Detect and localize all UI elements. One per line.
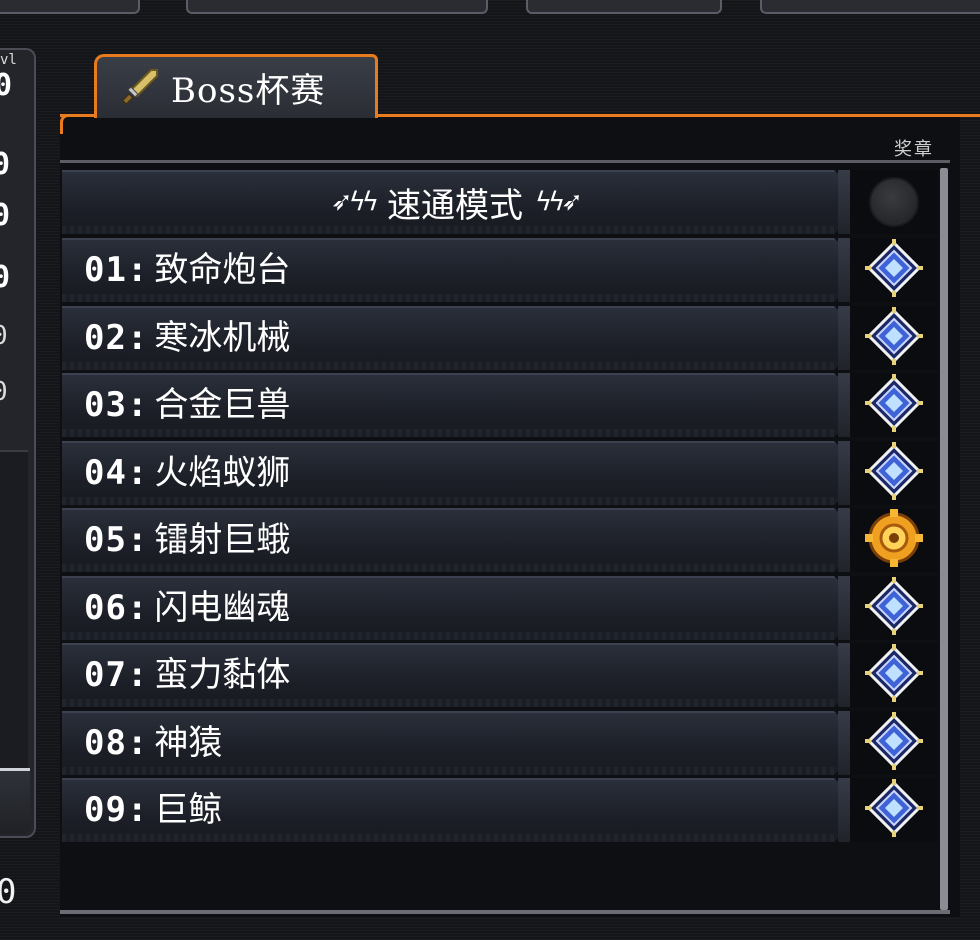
medal-slot: [850, 576, 938, 640]
boss-name: 火焰蚁狮: [154, 453, 291, 493]
boss-number: 03:: [84, 385, 149, 425]
top-tab-2[interactable]: [186, 0, 488, 14]
boss-row[interactable]: 03: 合金巨兽: [62, 373, 938, 437]
left-side-button[interactable]: [0, 768, 30, 834]
boss-row[interactable]: 08: 神猿: [62, 711, 938, 775]
boss-row[interactable]: 09: 巨鲸: [62, 778, 938, 842]
left-level-header: vl 0: [0, 52, 24, 112]
boss-number: 05:: [84, 520, 149, 560]
left-lower-area: [0, 450, 28, 768]
boss-name: 寒冰机械: [154, 318, 291, 358]
medal-slot: [850, 711, 938, 775]
top-tab-1[interactable]: [0, 0, 140, 14]
boss-row[interactable]: 01: 致命炮台: [62, 238, 938, 302]
diamond-medal-icon: [865, 442, 923, 504]
boss-row[interactable]: 07: 蛮力黏体: [62, 643, 938, 707]
speed-mode-label-group: ➶ϟϟ 速通模式 ϟϟ➶: [62, 170, 848, 234]
boss-label: 08: 神猿: [84, 711, 222, 775]
medal-column-header: 奖章: [894, 139, 934, 160]
medal-slot: [850, 170, 938, 234]
left-stat-row: 0: [0, 198, 11, 233]
boss-name: 致命炮台: [154, 250, 291, 290]
medal-slot: [850, 306, 938, 370]
speed-mode-row[interactable]: ➶ϟϟ 速通模式 ϟϟ➶: [62, 170, 938, 234]
level-value: 0: [0, 68, 13, 103]
boss-name: 巨鲸: [154, 790, 223, 830]
boss-row[interactable]: 04: 火焰蚁狮: [62, 441, 938, 505]
diamond-medal-icon: [865, 239, 923, 301]
boss-number: 08:: [84, 723, 149, 763]
level-label: vl: [0, 52, 17, 68]
header-divider: [60, 160, 950, 163]
boss-number: 09:: [84, 790, 149, 830]
gear-medal-icon: [865, 509, 923, 571]
left-stat-row: 0: [0, 147, 11, 182]
boss-label: 04: 火焰蚁狮: [84, 441, 290, 505]
boss-name: 蛮力黏体: [154, 655, 291, 695]
boss-label: 09: 巨鲸: [84, 778, 222, 842]
boss-row[interactable]: 05: 镭射巨蛾: [62, 508, 938, 572]
tab-boss-cup[interactable]: Boss杯赛: [94, 54, 378, 118]
boss-label: 03: 合金巨兽: [84, 373, 290, 437]
diamond-medal-icon: [865, 779, 923, 841]
speed-mode-label: 速通模式: [387, 185, 523, 226]
boss-number: 04:: [84, 453, 149, 493]
medal-slot: [850, 778, 938, 842]
boss-number: 06:: [84, 588, 149, 628]
lightning-icon: ϟϟ➶: [535, 187, 583, 217]
boss-name: 神猿: [154, 723, 223, 763]
top-tab-4[interactable]: [760, 0, 980, 14]
left-stat-row: 0: [0, 372, 8, 412]
boss-label: 05: 镭射巨蛾: [84, 508, 290, 572]
medal-slot: [850, 238, 938, 302]
boss-number: 01:: [84, 250, 149, 290]
diamond-medal-icon: [865, 307, 923, 369]
sword-icon: [121, 66, 161, 110]
boss-label: 02: 寒冰机械: [84, 306, 290, 370]
medal-slot: [850, 508, 938, 572]
left-stat-row: 0: [0, 260, 11, 295]
diamond-medal-icon: [865, 712, 923, 774]
medal-slot: [850, 643, 938, 707]
empty-medal-icon: [869, 177, 919, 227]
boss-label: 06: 闪电幽魂: [84, 576, 290, 640]
left-bottom-value: 0: [0, 872, 17, 912]
diamond-medal-icon: [865, 577, 923, 639]
left-stat-row: 0: [0, 316, 8, 356]
tab-title: Boss杯赛: [171, 71, 326, 111]
boss-number: 07:: [84, 655, 149, 695]
medal-slot: [850, 441, 938, 505]
boss-label: 01: 致命炮台: [84, 238, 290, 302]
boss-name: 合金巨兽: [154, 385, 291, 425]
boss-row[interactable]: 02: 寒冰机械: [62, 306, 938, 370]
boss-name: 镭射巨蛾: [154, 520, 291, 560]
scrollbar[interactable]: [940, 168, 948, 910]
boss-row[interactable]: 06: 闪电幽魂: [62, 576, 938, 640]
diamond-medal-icon: [865, 374, 923, 436]
bottom-divider: [60, 910, 950, 914]
boss-name: 闪电幽魂: [154, 588, 291, 628]
diamond-medal-icon: [865, 644, 923, 706]
boss-label: 07: 蛮力黏体: [84, 643, 290, 707]
lightning-icon: ➶ϟϟ: [330, 187, 379, 217]
medal-slot: [850, 373, 938, 437]
top-tab-3[interactable]: [526, 0, 722, 14]
boss-number: 02:: [84, 318, 149, 358]
panel-corner: [60, 114, 74, 134]
